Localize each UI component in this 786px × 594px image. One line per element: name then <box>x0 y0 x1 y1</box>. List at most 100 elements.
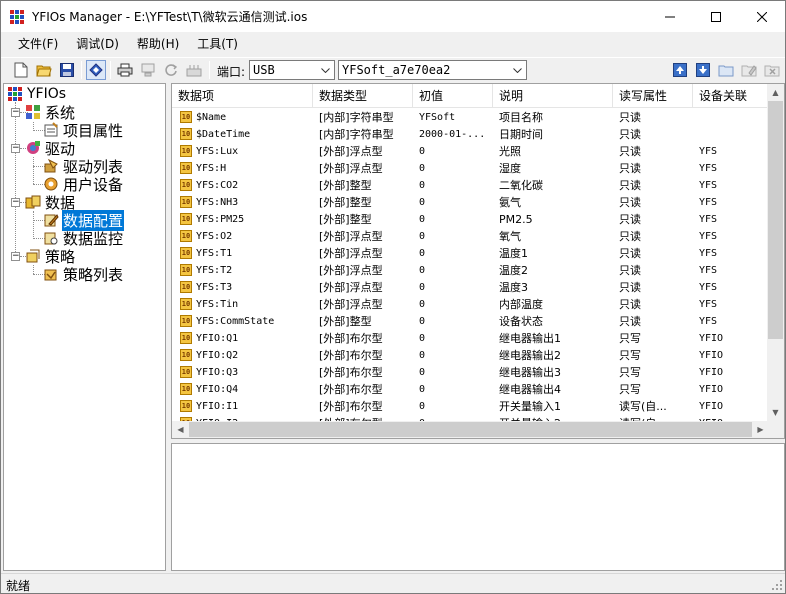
collapse-icon[interactable]: − <box>11 252 20 261</box>
cell-access: 只读 <box>619 230 641 243</box>
cell-description: 光照 <box>499 145 521 158</box>
table-row[interactable]: 10 YFS:T2 [外部]浮点型 0 温度2 只读 YFS <box>172 262 769 279</box>
data-item-icon: 10 <box>180 383 192 395</box>
output-panel[interactable] <box>171 443 785 571</box>
device-select[interactable]: YFSoft_a7e70ea2 <box>338 60 527 80</box>
column-header-device[interactable]: 设备关联 <box>693 84 769 108</box>
chevron-down-icon[interactable] <box>509 61 526 79</box>
table-row[interactable]: 10 $Name [内部]字符串型 YFSoft 项目名称 只读 <box>172 109 769 126</box>
table-row[interactable]: 10 YFS:CommState [外部]整型 0 设备状态 只读 YFS <box>172 313 769 330</box>
resize-grip-icon[interactable] <box>771 579 783 591</box>
vertical-scrollbar[interactable]: ▲ ▼ <box>767 84 784 421</box>
cell-item: YFIO:I1 <box>196 401 239 412</box>
table-row[interactable]: 10 YFS:O2 [外部]浮点型 0 氧气 只读 YFS <box>172 228 769 245</box>
monitor-icon <box>43 230 59 246</box>
menu-file[interactable]: 文件(F) <box>9 34 67 54</box>
add-folder-button[interactable] <box>716 60 736 80</box>
table-row[interactable]: 10 YFS:Tin [外部]浮点型 0 内部温度 只读 YFS <box>172 296 769 313</box>
refresh-button[interactable] <box>161 60 181 80</box>
cell-access: 只读 <box>619 298 641 311</box>
column-header-type[interactable]: 数据类型 <box>313 84 413 108</box>
close-icon <box>757 11 767 22</box>
edit-button[interactable] <box>739 60 759 80</box>
tree-node-user-device[interactable]: 用户设备 <box>43 175 124 194</box>
port-label: 端口: <box>217 65 246 79</box>
scroll-down-icon[interactable]: ▼ <box>767 404 784 421</box>
cell-access: 只读 <box>619 213 641 226</box>
column-header-item[interactable]: 数据项 <box>172 84 313 108</box>
vertical-scroll-thumb[interactable] <box>768 101 783 339</box>
menu-help[interactable]: 帮助(H) <box>128 34 188 54</box>
table-row[interactable]: 10 YFS:T3 [外部]浮点型 0 温度3 只读 YFS <box>172 279 769 296</box>
table-row[interactable]: 10 YFS:CO2 [外部]整型 0 二氧化碳 只读 YFS <box>172 177 769 194</box>
port-select[interactable]: USB <box>249 60 335 80</box>
tree-node-strategy-list[interactable]: 策略列表 <box>43 265 124 284</box>
move-up-button[interactable] <box>670 60 690 80</box>
cell-access: 只读 <box>619 111 641 124</box>
cell-initial: 0 <box>419 231 426 242</box>
column-header-description[interactable]: 说明 <box>493 84 613 108</box>
tree-node-driver-list[interactable]: 驱动列表 <box>43 157 124 176</box>
tree-node-project-props[interactable]: 项目属性 <box>43 121 124 140</box>
menu-tools[interactable]: 工具(T) <box>188 34 247 54</box>
cell-access: 只写 <box>619 366 641 379</box>
open-button[interactable] <box>34 60 54 80</box>
cell-item: YFS:T1 <box>196 248 233 259</box>
maximize-button[interactable] <box>693 1 739 32</box>
menu-bar: 文件(F) 调试(D) 帮助(H) 工具(T) <box>1 32 785 56</box>
tree-node-data-monitor[interactable]: 数据监控 <box>43 229 124 248</box>
horizontal-scroll-thumb[interactable] <box>189 422 752 437</box>
minimize-icon <box>665 16 675 17</box>
table-row[interactable]: 10 YFIO:Q2 [外部]布尔型 0 继电器输出2 只写 YFIO <box>172 347 769 364</box>
cell-device: YFIO <box>699 384 724 395</box>
connect-button[interactable] <box>86 60 106 80</box>
table-row[interactable]: 10 $DateTime [内部]字符串型 2000-01-... 日期时间 只读 <box>172 126 769 143</box>
cell-access: 只读 <box>619 196 641 209</box>
table-row[interactable]: 10 YFS:PM25 [外部]整型 0 PM2.5 只读 YFS <box>172 211 769 228</box>
table-row[interactable]: 10 YFIO:I1 [外部]布尔型 0 开关量输入1 读写(自... YFIO <box>172 398 769 415</box>
tree-node-system[interactable]: 系统 <box>25 103 76 122</box>
tree-node-data-config[interactable]: 数据配置 <box>43 209 125 231</box>
scroll-up-icon[interactable]: ▲ <box>767 84 784 101</box>
delete-button[interactable] <box>762 60 782 80</box>
table-row[interactable]: 10 YFIO:Q3 [外部]布尔型 0 继电器输出3 只写 YFIO <box>172 364 769 381</box>
cell-description: 开关量输入1 <box>499 400 561 413</box>
cell-item: YFS:PM25 <box>196 214 245 225</box>
collapse-icon[interactable]: − <box>11 144 20 153</box>
table-row[interactable]: 10 YFIO:Q4 [外部]布尔型 0 继电器输出4 只写 YFIO <box>172 381 769 398</box>
table-row[interactable]: 10 YFS:Lux [外部]浮点型 0 光照 只读 YFS <box>172 143 769 160</box>
column-header-initial[interactable]: 初值 <box>413 84 493 108</box>
close-button[interactable] <box>739 1 785 32</box>
table-row[interactable]: 10 YFIO:Q1 [外部]布尔型 0 继电器输出1 只写 YFIO <box>172 330 769 347</box>
print-button[interactable] <box>115 60 135 80</box>
collapse-icon[interactable]: − <box>11 198 20 207</box>
tree-connector <box>15 102 16 256</box>
menu-debug[interactable]: 调试(D) <box>67 34 128 54</box>
table-row[interactable]: 10 YFS:NH3 [外部]整型 0 氨气 只读 YFS <box>172 194 769 211</box>
tree-node-data[interactable]: 数据 <box>25 193 76 212</box>
table-row[interactable]: 10 YFS:H [外部]浮点型 0 湿度 只读 YFS <box>172 160 769 177</box>
tree-node-strategy[interactable]: 策略 <box>25 247 76 266</box>
table-row[interactable]: 10 YFS:T1 [外部]浮点型 0 温度1 只读 YFS <box>172 245 769 262</box>
column-header-access[interactable]: 读写属性 <box>613 84 693 108</box>
cell-initial: 0 <box>419 163 426 174</box>
cell-item: $Name <box>196 112 227 123</box>
cell-type: [外部]布尔型 <box>319 349 383 362</box>
table-header: 数据项 数据类型 初值 说明 读写属性 设备关联 <box>172 84 769 108</box>
cell-description: 温度3 <box>499 281 528 294</box>
minimize-button[interactable] <box>647 1 693 32</box>
data-item-icon: 10 <box>180 298 192 310</box>
tree-node-driver[interactable]: 驱动 <box>25 139 76 158</box>
collapse-icon[interactable]: − <box>11 108 20 117</box>
tree-node-root[interactable]: YFIOs <box>7 85 67 103</box>
run-button[interactable] <box>184 60 204 80</box>
cell-type: [内部]字符串型 <box>319 111 394 124</box>
horizontal-scrollbar[interactable]: ◀ ▶ <box>172 421 769 438</box>
cell-description: 湿度 <box>499 162 521 175</box>
scroll-left-icon[interactable]: ◀ <box>172 421 189 438</box>
chevron-down-icon[interactable] <box>317 61 334 79</box>
save-button[interactable] <box>57 60 77 80</box>
new-button[interactable] <box>11 60 31 80</box>
download-button[interactable] <box>138 60 158 80</box>
move-down-button[interactable] <box>693 60 713 80</box>
